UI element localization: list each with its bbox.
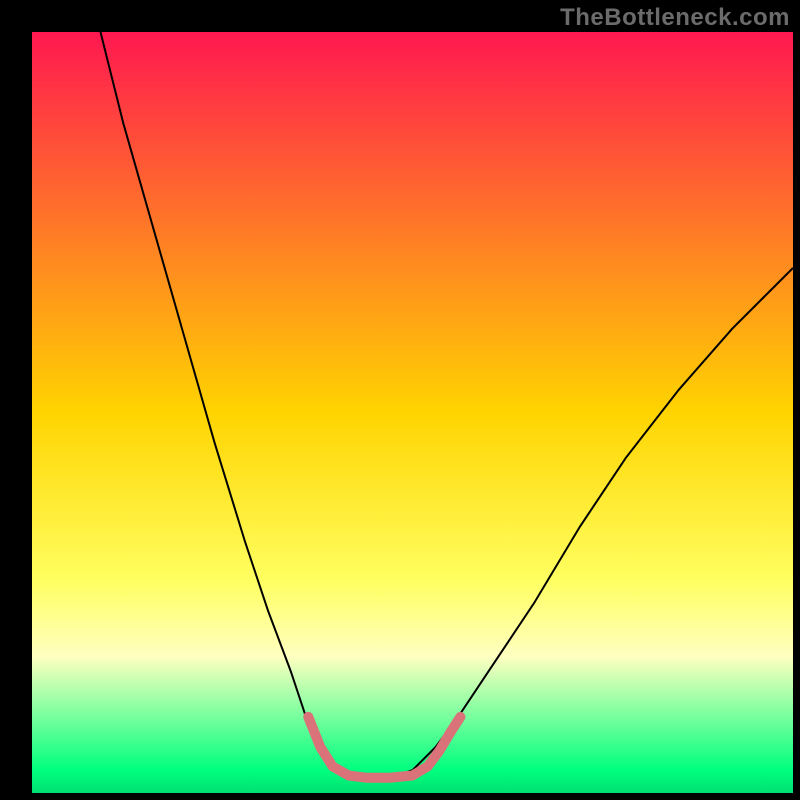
bottleneck-chart (0, 0, 800, 800)
gradient-background (32, 32, 793, 793)
chart-frame: TheBottleneck.com (0, 0, 800, 800)
watermark-text: TheBottleneck.com (560, 4, 790, 32)
